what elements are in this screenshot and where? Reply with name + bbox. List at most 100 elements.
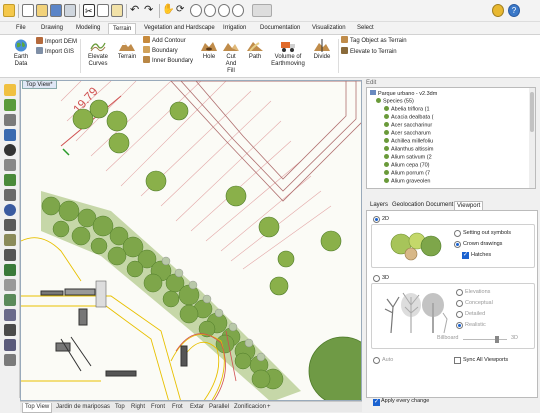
save-icon[interactable] [50,4,62,17]
tab-zonificacion[interactable]: Zonificacion [234,403,266,412]
tree-scrollbar[interactable] [529,88,535,188]
tool-grass-icon[interactable] [4,264,16,276]
top-viewport[interactable]: 19.79 [20,80,362,401]
tool-fence-icon[interactable] [4,189,16,201]
cut-and-fill-button[interactable]: Cut And Fill [222,37,240,77]
tab-terrain[interactable]: Terrain [108,23,137,34]
auto-radio[interactable] [373,357,380,364]
add-contour-button[interactable]: Add Contour [143,36,186,45]
app-menu-icon[interactable] [3,4,15,17]
tab-geolocation[interactable]: Geolocation [390,201,426,210]
tab-extar[interactable]: Extar [190,403,204,412]
volume-of-earthmoving-button[interactable]: Volume of Earthmoving [268,37,308,75]
tool-measure-icon[interactable] [4,279,16,291]
list-item[interactable]: Alium sativum (2 [384,154,432,162]
tab-parallel[interactable]: Parallel [209,403,229,412]
tool-layers-icon[interactable] [4,309,16,321]
tool-planting-icon[interactable] [4,294,16,306]
tool-wall-icon[interactable] [4,249,16,261]
tool-tree-icon[interactable] [4,99,16,111]
tool-hardscape-icon[interactable] [4,129,16,141]
undo-icon[interactable]: ↶ [130,4,142,17]
mode-3d-radio[interactable] [373,275,380,282]
tab-irrigation[interactable]: Irrigation [219,23,250,34]
setting-out-symbols-radio[interactable] [454,230,461,237]
terrain-button[interactable]: Terrain [114,37,140,75]
list-item[interactable]: Acer saccharinur [384,122,432,130]
tab-visualization[interactable]: Visualization [308,23,350,34]
tab-documentation[interactable]: Documentation [256,23,304,34]
tag-object-as-terrain-button[interactable]: Tag Object as Terrain [341,36,407,45]
earth-data-button[interactable]: Earth Data [4,37,38,75]
tab-front[interactable]: Front [151,403,165,412]
zoom-window-icon[interactable] [218,4,230,17]
tool-rock-icon[interactable] [4,144,16,156]
pan-icon[interactable]: ✋ [162,4,174,17]
tool-text-icon[interactable] [4,324,16,336]
zoom-extents-icon[interactable] [204,4,216,17]
tool-grid-icon[interactable] [4,219,16,231]
tool-dimension-icon[interactable] [4,339,16,351]
list-item[interactable]: Acacia dealbata ( [384,114,434,122]
tool-more-icon[interactable] [4,354,16,366]
boundary-button[interactable]: Boundary [143,46,178,55]
rotate-icon[interactable]: ⟳ [176,4,188,17]
conceptual-radio[interactable] [456,300,463,307]
elevate-curves-button[interactable]: Elevate Curves [84,37,112,75]
viewport-title[interactable]: Top View* [22,80,57,89]
tree-species-group[interactable]: Species (55) [376,98,414,106]
mode-2d-radio[interactable] [373,216,380,223]
settings-gear-icon[interactable] [492,4,504,17]
zoom-selected-icon[interactable] [232,4,244,17]
list-item[interactable]: Alium graveolen [384,178,430,186]
elevate-to-terrain-button[interactable]: Elevate to Terrain [341,47,397,56]
realistic-radio[interactable] [456,322,463,329]
apply-every-change-checkbox[interactable]: ✓ [373,399,380,406]
import-dem-button[interactable]: Import DEM [36,37,77,46]
list-item[interactable]: Ailanthus altissim [384,146,434,154]
list-item[interactable]: Achillea millefoliu [384,138,433,146]
crown-drawings-radio[interactable] [454,241,461,248]
cut-icon[interactable]: ✂ [83,4,95,17]
add-tab-button[interactable]: + [267,403,271,412]
list-item[interactable]: Abelia triflora (1 [384,106,430,114]
tab-vegetation-and-hardscape[interactable]: Vegetation and Hardscape [140,23,219,34]
help-icon[interactable]: ? [508,4,520,17]
inner-boundary-button[interactable]: Inner Boundary [143,56,193,65]
tab-file[interactable]: File [12,23,30,34]
list-item[interactable]: Acer saccharum [384,130,431,138]
hatches-checkbox[interactable]: ✓ [462,252,469,259]
paste-icon[interactable] [111,4,123,17]
tab-select[interactable]: Select [353,23,378,34]
tab-drawing[interactable]: Drawing [37,23,67,34]
tab-jardin-de-mariposas[interactable]: Jardin de mariposas [56,403,110,412]
tool-hedge-icon[interactable] [4,174,16,186]
divide-button[interactable]: Divide [310,37,334,75]
new-file-icon[interactable] [22,4,34,17]
tab-right[interactable]: Right [131,403,145,412]
view-options-icon[interactable] [252,4,272,17]
import-gis-button[interactable]: Import GIS [36,47,74,56]
tool-select-icon[interactable] [4,84,16,96]
billboard-3d-slider[interactable] [463,339,507,340]
list-item[interactable]: Alium cepa (70) [384,162,430,170]
tab-viewport[interactable]: Viewport [454,201,484,210]
detailed-radio[interactable] [456,311,463,318]
redo-icon[interactable]: ↷ [144,4,156,17]
list-item[interactable]: Alium porrum (7 [384,170,430,178]
tab-frot[interactable]: Frot [172,403,183,412]
path-button[interactable]: Path [244,37,266,75]
tool-path-icon[interactable] [4,234,16,246]
tool-lamp-icon[interactable] [4,159,16,171]
copy-icon[interactable] [97,4,109,17]
print-icon[interactable] [64,4,76,17]
tab-top[interactable]: Top [115,403,125,412]
tool-bench-icon[interactable] [4,114,16,126]
tab-document[interactable]: Document [424,201,455,210]
tree-root[interactable]: Parque urbano - v2.3dm [370,90,437,98]
site-plan-drawing[interactable]: 19.79 [21,81,362,401]
slider-thumb[interactable] [495,336,499,343]
hole-button[interactable]: Hole [198,37,220,75]
open-folder-icon[interactable] [36,4,48,17]
elevations-radio[interactable] [456,289,463,296]
